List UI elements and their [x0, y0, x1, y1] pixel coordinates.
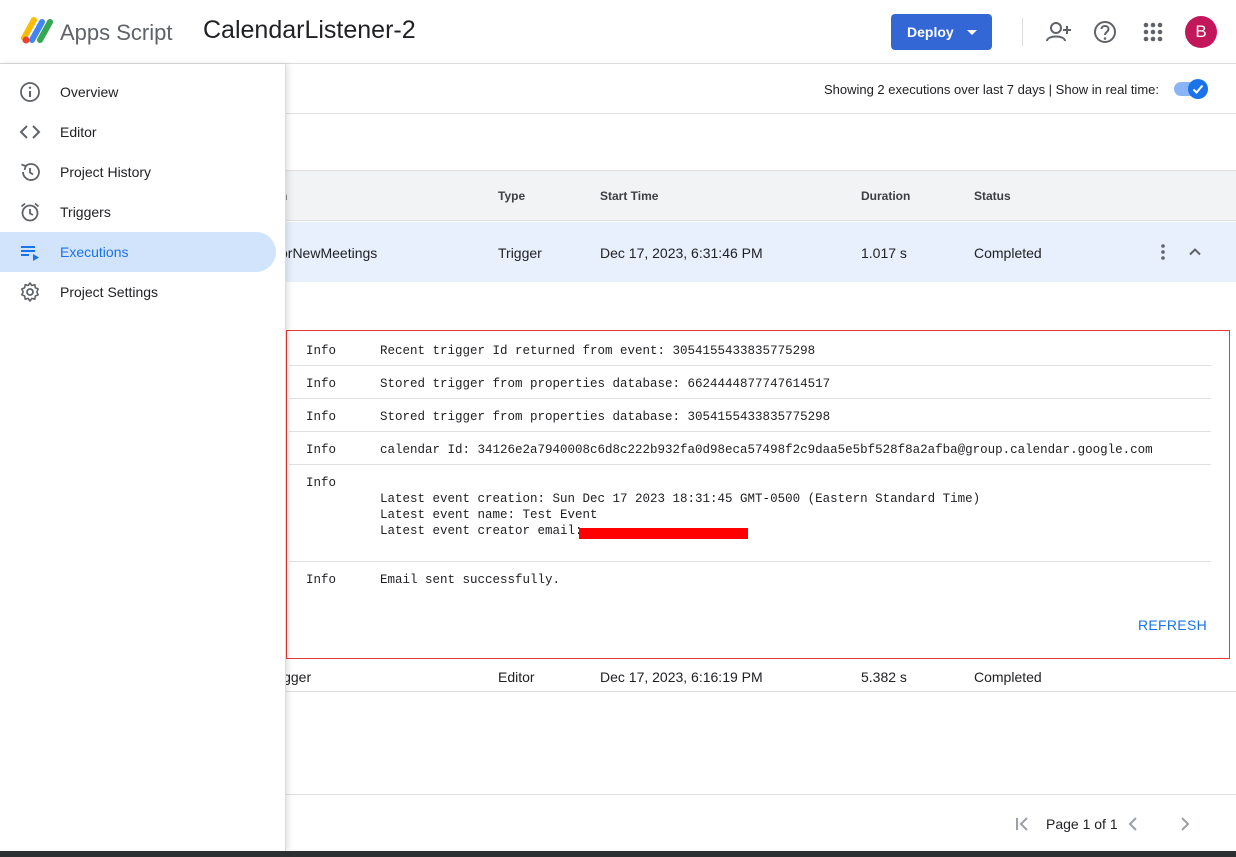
- page-indicator: Page 1 of 1: [1046, 816, 1118, 832]
- top-app-bar: Apps Script CalendarListener-2 Deploy B: [0, 0, 1236, 64]
- toolbar-divider: [1022, 18, 1023, 46]
- duration: 1.017 s: [861, 245, 907, 261]
- status: Completed: [974, 245, 1042, 261]
- sidebar: Overview Editor Project History Triggers…: [0, 64, 286, 851]
- executions-list-icon: [21, 246, 39, 261]
- refresh-button[interactable]: REFRESH: [1138, 617, 1207, 633]
- sidebar-item-label: Overview: [60, 84, 119, 100]
- executions-summary: Showing 2 executions over last 7 days | …: [823, 82, 1159, 97]
- start-time: Dec 17, 2023, 6:16:19 PM: [600, 669, 763, 685]
- log-entry: Info Email sent successfully.: [289, 562, 1211, 595]
- avatar[interactable]: B: [1185, 16, 1217, 48]
- sidebar-item-editor[interactable]: Editor: [0, 112, 276, 152]
- function-name: orNewMeetings: [280, 245, 378, 261]
- log-entry: Info Stored trigger from properties data…: [289, 366, 1211, 399]
- log-entry: Info Latest event creation: Sun Dec 17 2…: [289, 465, 1211, 562]
- table-header: n Type Start Time Duration Status: [280, 171, 1236, 221]
- sidebar-item-executions[interactable]: Executions: [0, 232, 276, 272]
- log-entry: Info Stored trigger from properties data…: [289, 399, 1211, 432]
- log-message: Recent trigger Id returned from event: 3…: [380, 344, 816, 358]
- sidebar-item-triggers[interactable]: Triggers: [0, 192, 276, 232]
- sidebar-item-label: Project History: [60, 164, 152, 180]
- start-time: Dec 17, 2023, 6:31:46 PM: [600, 245, 763, 261]
- deploy-label: Deploy: [907, 24, 954, 40]
- filter-bar: [286, 114, 1236, 171]
- apps-script-logo-icon: [21, 17, 53, 44]
- log-level: Info: [306, 476, 337, 490]
- status: Completed: [974, 669, 1042, 685]
- alarm-icon: [20, 202, 40, 222]
- execution-type: Editor: [498, 669, 535, 685]
- table-row[interactable]: igger Editor Dec 17, 2023, 6:16:19 PM 5.…: [280, 660, 1236, 692]
- add-person-icon[interactable]: [1045, 18, 1073, 46]
- log-message-line: Latest event creation: Sun Dec 17 2023 1…: [380, 492, 981, 506]
- execution-log-panel: Info Recent trigger Id returned from eve…: [286, 330, 1230, 659]
- redacted-email: [579, 528, 748, 539]
- duration: 5.382 s: [861, 669, 907, 685]
- sidebar-item-label: Triggers: [60, 204, 111, 220]
- toggle-knob: [1188, 79, 1208, 99]
- check-icon: [1192, 84, 1204, 94]
- help-icon[interactable]: [1091, 18, 1119, 46]
- realtime-toggle[interactable]: [1174, 77, 1210, 99]
- dropdown-caret-icon[interactable]: [966, 26, 978, 38]
- next-page-icon[interactable]: [1175, 814, 1195, 834]
- column-header-type[interactable]: Type: [498, 189, 525, 203]
- os-taskbar: [0, 851, 1236, 857]
- info-icon: [20, 82, 40, 102]
- apps-grid-icon[interactable]: [1139, 18, 1167, 46]
- column-header-start-time[interactable]: Start Time: [600, 189, 658, 203]
- log-message-line: Latest event creator email:: [380, 524, 591, 538]
- sidebar-item-project-history[interactable]: Project History: [0, 152, 276, 192]
- sidebar-item-label: Executions: [60, 244, 129, 260]
- log-level: Info: [306, 344, 337, 358]
- execution-type: Trigger: [498, 245, 542, 261]
- column-header-duration[interactable]: Duration: [861, 189, 910, 203]
- deploy-button[interactable]: Deploy: [891, 14, 992, 50]
- log-message: Email sent successfully.: [380, 573, 561, 587]
- project-title[interactable]: CalendarListener-2: [203, 16, 416, 45]
- log-level: Info: [306, 443, 337, 457]
- code-icon: [19, 125, 41, 139]
- sidebar-item-label: Project Settings: [60, 284, 159, 300]
- more-vert-icon[interactable]: [1153, 242, 1173, 262]
- log-message-line: Latest event name: Test Event: [380, 508, 598, 522]
- sidebar-item-project-settings[interactable]: Project Settings: [0, 272, 276, 312]
- table-row[interactable]: orNewMeetings Trigger Dec 17, 2023, 6:31…: [280, 222, 1236, 282]
- pagination-bar: Page 1 of 1: [286, 794, 1236, 851]
- log-message: Stored trigger from properties database:…: [380, 410, 831, 424]
- column-header-status[interactable]: Status: [974, 189, 1011, 203]
- sidebar-item-overview[interactable]: Overview: [0, 72, 276, 112]
- log-entry: Info calendar Id: 34126e2a7940008c6d8c22…: [289, 432, 1211, 465]
- history-icon: [21, 163, 40, 181]
- log-message: Stored trigger from properties database:…: [380, 377, 831, 391]
- gear-icon: [21, 282, 39, 302]
- log-level: Info: [306, 377, 337, 391]
- log-entry: Info Recent trigger Id returned from eve…: [289, 333, 1211, 366]
- log-level: Info: [306, 410, 337, 424]
- previous-page-icon[interactable]: [1123, 814, 1143, 834]
- log-level: Info: [306, 573, 337, 587]
- sidebar-item-label: Editor: [60, 124, 97, 140]
- log-message: calendar Id: 34126e2a7940008c6d8c222b932…: [380, 443, 1153, 457]
- first-page-icon[interactable]: [1012, 814, 1032, 834]
- chevron-up-icon[interactable]: [1185, 242, 1205, 262]
- executions-summary-bar: Showing 2 executions over last 7 days | …: [286, 64, 1236, 114]
- brand-name: Apps Script: [60, 20, 173, 45]
